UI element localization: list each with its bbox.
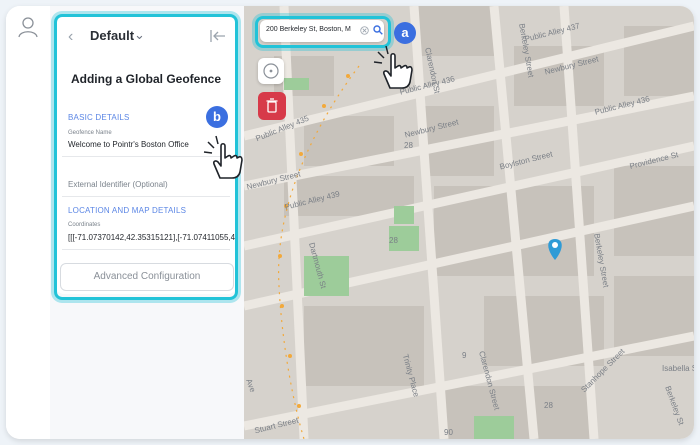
hand-pointer-icon: [373, 45, 413, 89]
user-icon[interactable]: [18, 16, 38, 38]
trash-icon: [266, 98, 278, 113]
geofence-name-label: Geofence Name: [68, 130, 112, 136]
page-title: Adding a Global Geofence: [70, 72, 222, 86]
search-icon[interactable]: [373, 25, 383, 35]
coordinates-label: Coordinates: [68, 222, 101, 228]
back-arrow-icon[interactable]: ‹: [68, 29, 73, 45]
street-label: 90: [444, 428, 453, 437]
external-identifier-field[interactable]: External Identifier (Optional): [68, 180, 168, 189]
circle-tool-icon: [263, 63, 279, 79]
draw-circle-button[interactable]: [258, 58, 284, 84]
left-rail: [6, 6, 51, 439]
street-label: Isabella S: [662, 364, 694, 373]
street-label: 28: [389, 236, 398, 245]
divider: [62, 249, 230, 250]
clear-icon[interactable]: [360, 26, 369, 35]
advanced-configuration-button[interactable]: Advanced Configuration: [60, 263, 234, 291]
default-selector[interactable]: Default: [90, 28, 134, 43]
street-label: 28: [544, 401, 553, 410]
street-label: 28: [404, 141, 413, 150]
address-search-box[interactable]: 200 Berkeley St, Boston, M: [260, 20, 384, 42]
divider: [62, 196, 230, 197]
map-layer: [242, 6, 694, 439]
hand-pointer-icon: [203, 135, 243, 179]
delete-geofence-button[interactable]: [258, 92, 286, 120]
coordinates-field[interactable]: [[[-71.07370142,42.35315121],[-71.074110…: [68, 233, 236, 242]
street-label: 9: [462, 351, 467, 360]
chevron-down-icon[interactable]: ⌄: [134, 27, 145, 43]
geofence-panel: ‹ Default ⌄ Adding a Global Geofence BAS…: [50, 6, 244, 439]
callout-badge-b: b: [206, 106, 228, 128]
app-window: ‹ Default ⌄ Adding a Global Geofence BAS…: [6, 6, 694, 439]
collapse-left-icon[interactable]: [210, 29, 226, 43]
callout-badge-a: a: [394, 22, 416, 44]
basic-details-heading: BASIC DETAILS: [68, 113, 130, 122]
map-canvas[interactable]: Public Alley 437 Newbury Street Public A…: [242, 6, 694, 439]
panel-header: ‹ Default ⌄: [56, 26, 236, 48]
search-input[interactable]: 200 Berkeley St, Boston, M: [266, 26, 351, 33]
location-map-details-heading: LOCATION AND MAP DETAILS: [68, 206, 187, 215]
